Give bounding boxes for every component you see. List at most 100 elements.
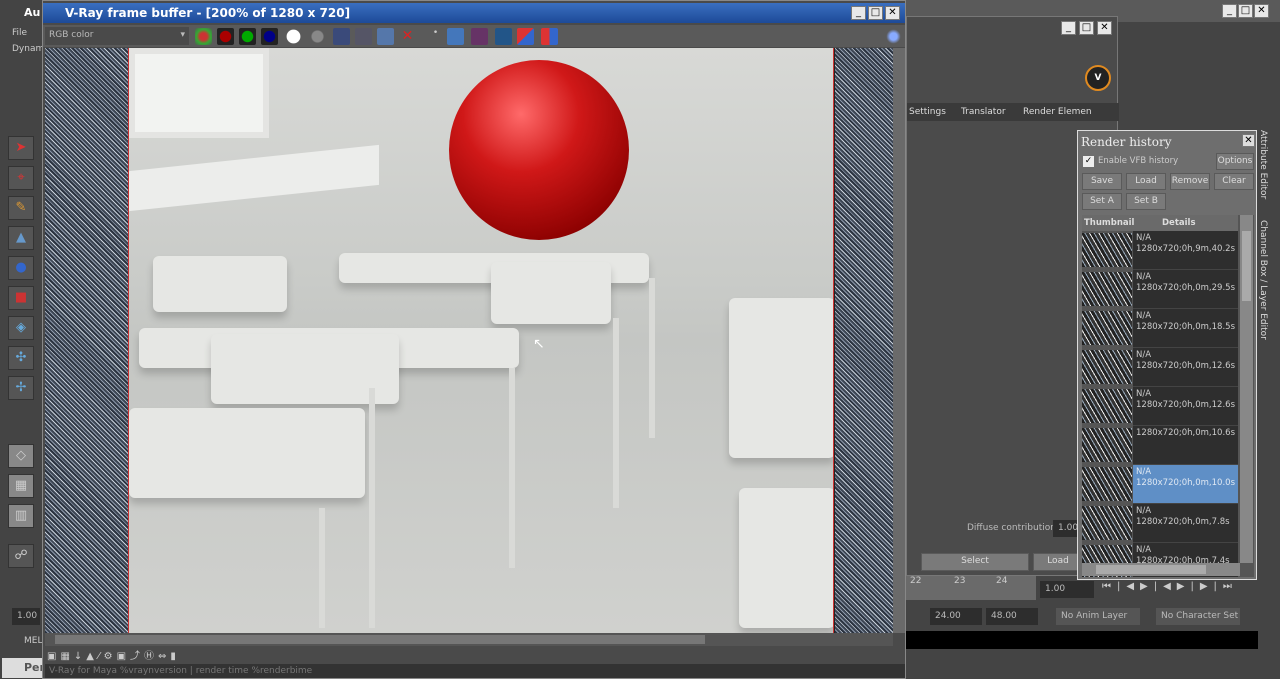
layout-four-icon[interactable]: ▦ <box>8 474 34 498</box>
clear-icon[interactable]: ✕ <box>399 28 416 45</box>
end-range-field[interactable]: 48.00 <box>986 608 1038 625</box>
scale-tool-icon[interactable]: ■ <box>8 286 34 310</box>
list-horizontal-scrollbar[interactable] <box>1082 563 1240 576</box>
load-button[interactable]: Load <box>1126 173 1166 190</box>
item-name: N/A <box>1136 389 1152 399</box>
lasso-tool-icon[interactable]: ⌖ <box>8 166 34 190</box>
list-vertical-scrollbar[interactable] <box>1240 215 1253 563</box>
green-channel-icon[interactable] <box>239 28 256 45</box>
item-name: N/A <box>1136 506 1152 516</box>
history-list[interactable]: Thumbnail Details N/A 1280x720;0h,9m,40.2… <box>1082 215 1254 577</box>
red-channel-icon[interactable] <box>217 28 234 45</box>
manipulator-icon[interactable]: ◈ <box>8 316 34 340</box>
region-render-icon[interactable] <box>447 28 464 45</box>
compare-ab-icon[interactable] <box>541 28 558 45</box>
link-to-view-icon[interactable] <box>495 28 512 45</box>
options-button[interactable]: Options <box>1216 153 1254 170</box>
select-tool-icon[interactable]: ➤ <box>8 136 34 160</box>
attribute-editor-tab[interactable]: Attribute Editor <box>1258 130 1268 199</box>
menu-set[interactable]: Dynam <box>12 44 44 54</box>
item-details: 1280x720;0h,0m,12.6s <box>1136 400 1235 410</box>
maximize-button[interactable]: □ <box>868 6 883 20</box>
tab-render-elements[interactable]: Render Elemen <box>1023 107 1092 117</box>
close-button[interactable]: ✕ <box>1254 4 1269 18</box>
channel-box-tab[interactable]: Channel Box / Layer Editor <box>1258 220 1268 340</box>
history-item[interactable]: N/A 1280x720;0h,0m,10.0s <box>1082 465 1238 504</box>
mono-icon[interactable] <box>309 28 326 45</box>
close-button[interactable]: ✕ <box>1242 134 1255 147</box>
soft-mod-icon[interactable]: ✣ <box>8 346 34 370</box>
timeline[interactable]: 22 23 24 <box>906 576 1036 600</box>
load-button[interactable]: Load <box>1033 553 1083 571</box>
item-name: N/A <box>1136 467 1152 477</box>
minimize-button[interactable]: _ <box>851 6 866 20</box>
minimize-button[interactable]: _ <box>1061 21 1076 35</box>
item-details: 1280x720;0h,0m,10.0s <box>1136 478 1235 488</box>
item-name: N/A <box>1136 545 1152 555</box>
blue-channel-icon[interactable] <box>261 28 278 45</box>
horizontal-scrollbar[interactable] <box>45 633 893 646</box>
render-image[interactable]: ↖ <box>45 48 893 633</box>
item-details: 1280x720;0h,0m,7.8s <box>1136 517 1230 527</box>
display-icon[interactable] <box>885 28 902 45</box>
enable-history-checkbox[interactable]: ✓ <box>1083 156 1094 167</box>
character-set-dropdown[interactable]: No Character Set <box>1156 608 1240 625</box>
history-item[interactable]: N/A 1280x720;0h,0m,12.6s <box>1082 387 1238 426</box>
save-button[interactable]: Save <box>1082 173 1122 190</box>
close-button[interactable]: ✕ <box>1097 21 1112 35</box>
layout-two-icon[interactable]: ▥ <box>8 504 34 528</box>
item-details: 1280x720;0h,0m,10.6s <box>1136 428 1235 438</box>
thumbnail <box>1082 233 1132 267</box>
render-history-panel: Render history ✕ ✓ Enable VFB history Op… <box>1077 130 1257 580</box>
load-icon[interactable] <box>377 28 394 45</box>
show-manip-icon[interactable]: ✢ <box>8 376 34 400</box>
history-item[interactable]: N/A 1280x720;0h,0m,18.5s <box>1082 309 1238 348</box>
render-last-icon[interactable] <box>471 28 488 45</box>
thumbnail <box>1082 350 1132 384</box>
rendered-classroom <box>128 48 834 633</box>
maya-toolbox: Au File Dynam ➤ ⌖ ✎ ▲ ● ■ ◈ ✣ ✢ ◇ ▦ ▥ ☍ … <box>0 0 45 679</box>
set-a-button[interactable]: Set A <box>1082 193 1122 210</box>
save-icon[interactable] <box>333 28 350 45</box>
mel-label: MEL <box>24 636 43 646</box>
compare-a-icon[interactable] <box>517 28 534 45</box>
vertical-scrollbar[interactable] <box>893 48 905 633</box>
clear-button[interactable]: Clear <box>1214 173 1254 190</box>
playback-controls[interactable]: ⏮|◀▶|◀▶|▶|⏭ <box>1102 581 1238 592</box>
history-item[interactable]: N/A 1280x720;0h,0m,7.8s <box>1082 504 1238 543</box>
thumbnail <box>1082 272 1132 306</box>
layout-single-icon[interactable]: ◇ <box>8 444 34 468</box>
select-button[interactable]: Select <box>921 553 1029 571</box>
tab-settings[interactable]: Settings <box>909 107 946 117</box>
maximize-button[interactable]: □ <box>1238 4 1253 18</box>
start-time-field[interactable]: 1.00 <box>12 608 40 625</box>
minimize-button[interactable]: _ <box>1222 4 1237 18</box>
channel-dropdown[interactable]: RGB color ▾ <box>45 27 189 45</box>
taskbar-item[interactable]: Per <box>2 658 45 678</box>
end-time-field[interactable]: 24.00 <box>930 608 982 625</box>
rgb-icon[interactable] <box>195 28 212 45</box>
maximize-button[interactable]: □ <box>1079 21 1094 35</box>
item-details: 1280x720;0h,0m,12.6s <box>1136 361 1235 371</box>
alpha-icon[interactable] <box>285 28 302 45</box>
remove-button[interactable]: Remove <box>1170 173 1210 190</box>
tab-translator[interactable]: Translator <box>961 107 1006 117</box>
history-item[interactable]: N/A 1280x720;0h,9m,40.2s <box>1082 231 1238 270</box>
set-b-button[interactable]: Set B <box>1126 193 1166 210</box>
save-all-icon[interactable] <box>355 28 372 45</box>
close-button[interactable]: ✕ <box>885 6 900 20</box>
paint-tool-icon[interactable]: ✎ <box>8 196 34 220</box>
red-glass-sphere <box>449 60 629 240</box>
history-item[interactable]: N/A 1280x720;0h,0m,29.5s <box>1082 270 1238 309</box>
layout-outliner-icon[interactable]: ☍ <box>8 544 34 568</box>
history-item[interactable]: 1280x720;0h,0m,10.6s <box>1082 426 1238 465</box>
command-line[interactable] <box>906 631 1258 649</box>
move-tool-icon[interactable]: ▲ <box>8 226 34 250</box>
menu-file[interactable]: File <box>12 28 27 38</box>
history-item[interactable]: N/A 1280x720;0h,0m,12.6s <box>1082 348 1238 387</box>
item-name: N/A <box>1136 311 1152 321</box>
current-frame-field[interactable]: 1.00 <box>1040 581 1094 598</box>
rotate-tool-icon[interactable]: ● <box>8 256 34 280</box>
track-mouse-icon[interactable]: • <box>427 28 444 45</box>
anim-layer-dropdown[interactable]: No Anim Layer <box>1056 608 1140 625</box>
